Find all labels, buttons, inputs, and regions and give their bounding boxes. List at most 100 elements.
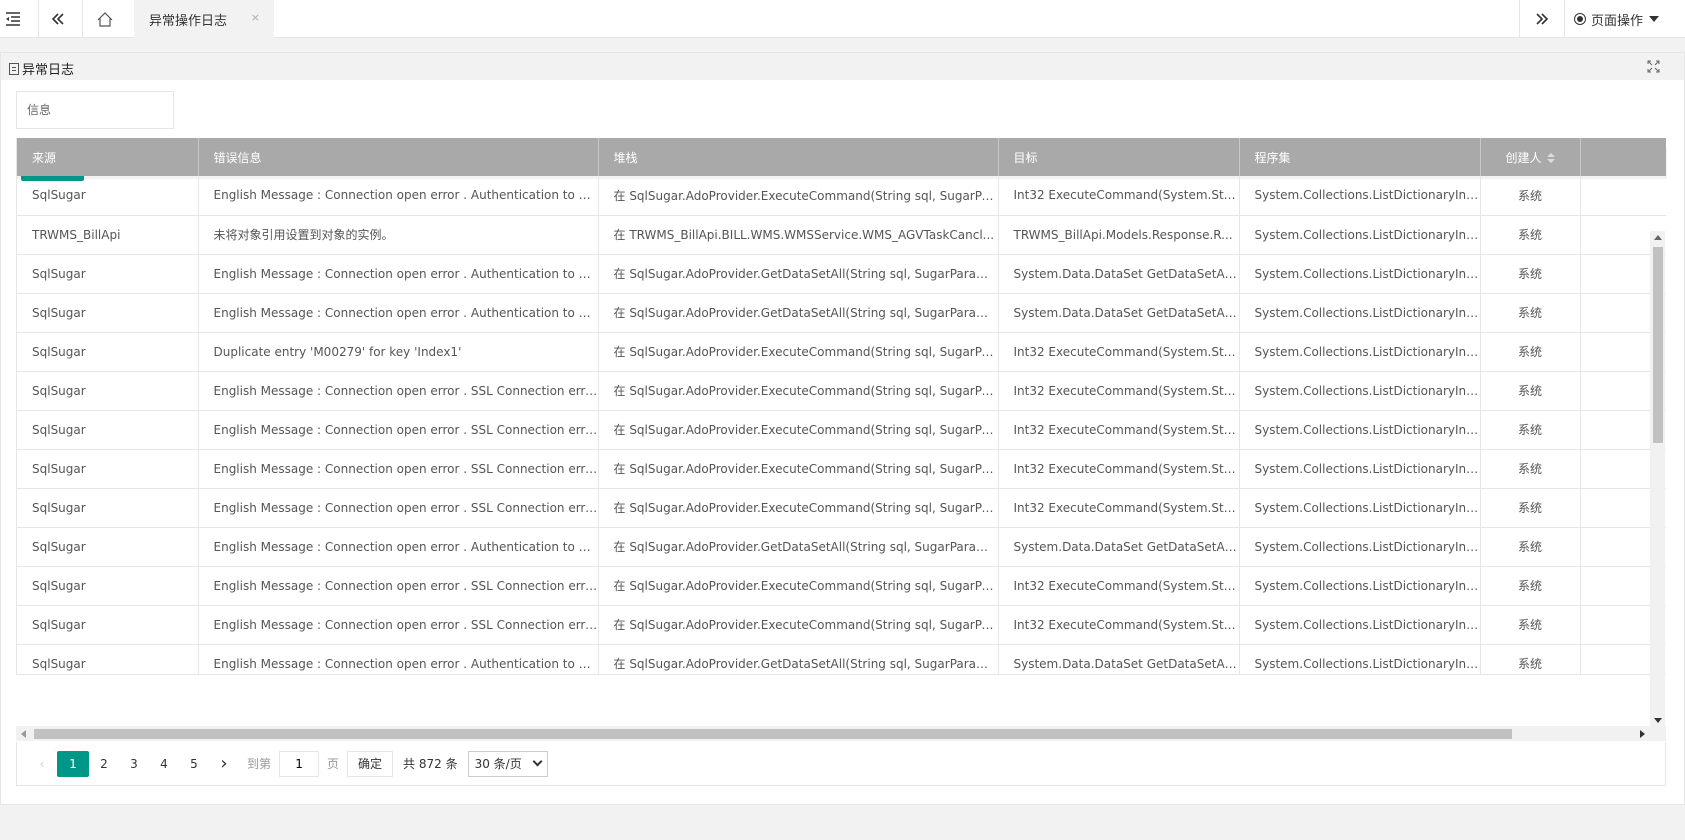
- table-row[interactable]: SqlSugar English Message : Connection ope…: [17, 410, 1666, 450]
- cell-error-message: English Message : Connection open error …: [198, 644, 599, 674]
- scroll-up-icon[interactable]: [1654, 235, 1662, 240]
- cell-creator: 系统: [1480, 605, 1581, 645]
- radio-icon: [1574, 13, 1586, 25]
- double-left-icon[interactable]: [39, 0, 77, 38]
- pagination: ‹ 1 2 3 4 5 › 到第 页 确定 共 872 条 30 条/页: [16, 742, 1666, 786]
- table-row[interactable]: SqlSugar English Message : Connection ope…: [17, 371, 1666, 411]
- cell-error-message: English Message : Connection open error …: [198, 176, 599, 216]
- menu-fold-icon[interactable]: [0, 0, 26, 38]
- table-row[interactable]: SqlSugar English Message : Connection ope…: [17, 605, 1666, 645]
- column-header-stack[interactable]: 堆栈: [598, 138, 999, 176]
- cell-stack: 在 TRWMS_BillApi.BILL.WMS.WMSService.WMS_…: [598, 215, 999, 255]
- cell-assembly: System.Collections.ListDictionaryInte...: [1239, 215, 1481, 255]
- fullscreen-icon[interactable]: [1647, 60, 1660, 73]
- cell-assembly: System.Collections.ListDictionaryInte...: [1239, 449, 1481, 489]
- scroll-right-icon[interactable]: [1640, 730, 1645, 738]
- cell-stack: 在 SqlSugar.AdoProvider.GetDataSetAll(Str…: [598, 293, 999, 333]
- cell-assembly: System.Collections.ListDictionaryInte...: [1239, 566, 1481, 606]
- cell-creator: 系统: [1480, 176, 1581, 216]
- close-icon[interactable]: ×: [251, 11, 260, 24]
- document-icon: [9, 62, 19, 75]
- table-row[interactable]: SqlSugar English Message : Connection ope…: [17, 527, 1666, 567]
- cell-target: Int32 ExecuteCommand(System.Stri...: [998, 605, 1240, 645]
- vertical-scrollbar[interactable]: [1650, 231, 1665, 727]
- column-header-assembly[interactable]: 程序集: [1239, 138, 1481, 176]
- cell-assembly: System.Collections.ListDictionaryInte...: [1239, 527, 1481, 567]
- cell-stack: 在 SqlSugar.AdoProvider.ExecuteCommand(St…: [598, 176, 999, 216]
- page-5-button[interactable]: 5: [179, 751, 209, 777]
- cell-created: 202: [1580, 176, 1666, 216]
- cell-stack: 在 SqlSugar.AdoProvider.ExecuteCommand(St…: [598, 488, 999, 528]
- cell-error-message: English Message : Connection open error …: [198, 254, 599, 294]
- scroll-left-icon[interactable]: [21, 730, 26, 738]
- column-header-source[interactable]: 来源: [17, 138, 199, 176]
- table-row[interactable]: TRWMS_BillApi 未将对象引用设置到对象的实例。在 TRWMS_Bill…: [17, 215, 1666, 255]
- cell-target: Int32 ExecuteCommand(System.Stri...: [998, 332, 1240, 372]
- cell-assembly: System.Collections.ListDictionaryInte...: [1239, 332, 1481, 372]
- page-size-value: 30 条/页: [474, 757, 522, 771]
- cell-stack: 在 SqlSugar.AdoProvider.GetDataSetAll(Str…: [598, 254, 999, 294]
- horizontal-scroll-thumb[interactable]: [34, 729, 1512, 739]
- cell-source: SqlSugar: [17, 410, 199, 450]
- tab-exception-log[interactable]: 异常操作日志 ×: [134, 0, 274, 38]
- page-4-button[interactable]: 4: [149, 751, 179, 777]
- cell-error-message: English Message : Connection open error …: [198, 371, 599, 411]
- sort-icon[interactable]: [1546, 153, 1555, 163]
- cell-source: SqlSugar: [17, 371, 199, 411]
- column-header-created[interactable]: 创: [1580, 138, 1666, 176]
- next-page-button[interactable]: ›: [209, 751, 239, 777]
- search-info-input[interactable]: [16, 91, 174, 129]
- cell-target: System.Data.DataSet GetDataSetAll...: [998, 644, 1240, 674]
- table-row[interactable]: SqlSugar English Message : Connection ope…: [17, 488, 1666, 528]
- table-row[interactable]: SqlSugar English Message : Connection ope…: [17, 566, 1666, 606]
- table-body: SqlSugar English Message : Connection ope…: [17, 176, 1666, 674]
- goto-page-input[interactable]: [279, 750, 320, 777]
- cell-creator: 系统: [1480, 254, 1581, 294]
- column-header-creator[interactable]: 创建人: [1480, 138, 1581, 176]
- cell-source: SqlSugar: [17, 449, 199, 489]
- cell-creator: 系统: [1480, 332, 1581, 372]
- data-table: 来源 错误信息 堆栈 目标 程序集 创建人 创 SqlSugarEnglish …: [17, 138, 1666, 674]
- column-header-error-message[interactable]: 错误信息: [198, 138, 599, 176]
- page-1-button[interactable]: 1: [57, 750, 89, 777]
- cell-assembly: System.Collections.ListDictionaryInte...: [1239, 644, 1481, 674]
- goto-confirm-button[interactable]: 确定: [347, 750, 394, 777]
- horizontal-scrollbar[interactable]: [16, 726, 1666, 741]
- column-header-target[interactable]: 目标: [998, 138, 1240, 176]
- table-row[interactable]: SqlSugar English Message : Connection ope…: [17, 644, 1666, 674]
- page-size-select[interactable]: 30 条/页: [467, 750, 548, 777]
- page-3-button[interactable]: 3: [119, 751, 149, 777]
- cell-error-message: English Message : Connection open error …: [198, 605, 599, 645]
- cell-source: SqlSugar: [17, 566, 199, 606]
- scroll-down-icon[interactable]: [1654, 718, 1662, 723]
- table-row[interactable]: SqlSugar English Message : Connection ope…: [17, 176, 1666, 216]
- cell-stack: 在 SqlSugar.AdoProvider.ExecuteCommand(St…: [598, 371, 999, 411]
- table-row[interactable]: SqlSugar English Message : Connection ope…: [17, 293, 1666, 333]
- cell-source: SqlSugar: [17, 176, 199, 216]
- cell-target: Int32 ExecuteCommand(System.Stri...: [998, 488, 1240, 528]
- page-unit-label: 页: [327, 757, 340, 771]
- cell-source: SqlSugar: [17, 527, 199, 567]
- page-operations-dropdown[interactable]: 页面操作: [1574, 0, 1685, 38]
- total-count: 共 872 条: [403, 757, 458, 771]
- cell-target: Int32 ExecuteCommand(System.Stri...: [998, 449, 1240, 489]
- table-header-row: 来源 错误信息 堆栈 目标 程序集 创建人 创: [17, 138, 1666, 176]
- page-2-button[interactable]: 2: [89, 751, 119, 777]
- cell-source: SqlSugar: [17, 254, 199, 294]
- prev-page-button[interactable]: ‹: [27, 751, 57, 777]
- home-icon[interactable]: [83, 0, 126, 38]
- table-row[interactable]: SqlSugar Duplicate entry 'M00279' for key…: [17, 332, 1666, 372]
- cell-target: TRWMS_BillApi.Models.Response.R...: [998, 215, 1240, 255]
- cell-source: SqlSugar: [17, 293, 199, 333]
- cell-error-message: Duplicate entry 'M00279' for key 'Index1…: [198, 332, 599, 372]
- cell-creator: 系统: [1480, 488, 1581, 528]
- page-op-label: 页面操作: [1591, 13, 1644, 29]
- cell-source: SqlSugar: [17, 488, 199, 528]
- table-row[interactable]: SqlSugar English Message : Connection ope…: [17, 254, 1666, 294]
- vertical-scroll-thumb[interactable]: [1653, 247, 1663, 443]
- cell-assembly: System.Collections.ListDictionaryInte...: [1239, 293, 1481, 333]
- divider: [1564, 0, 1565, 38]
- cell-creator: 系统: [1480, 566, 1581, 606]
- double-right-icon[interactable]: [1520, 0, 1564, 38]
- table-row[interactable]: SqlSugar English Message : Connection ope…: [17, 449, 1666, 489]
